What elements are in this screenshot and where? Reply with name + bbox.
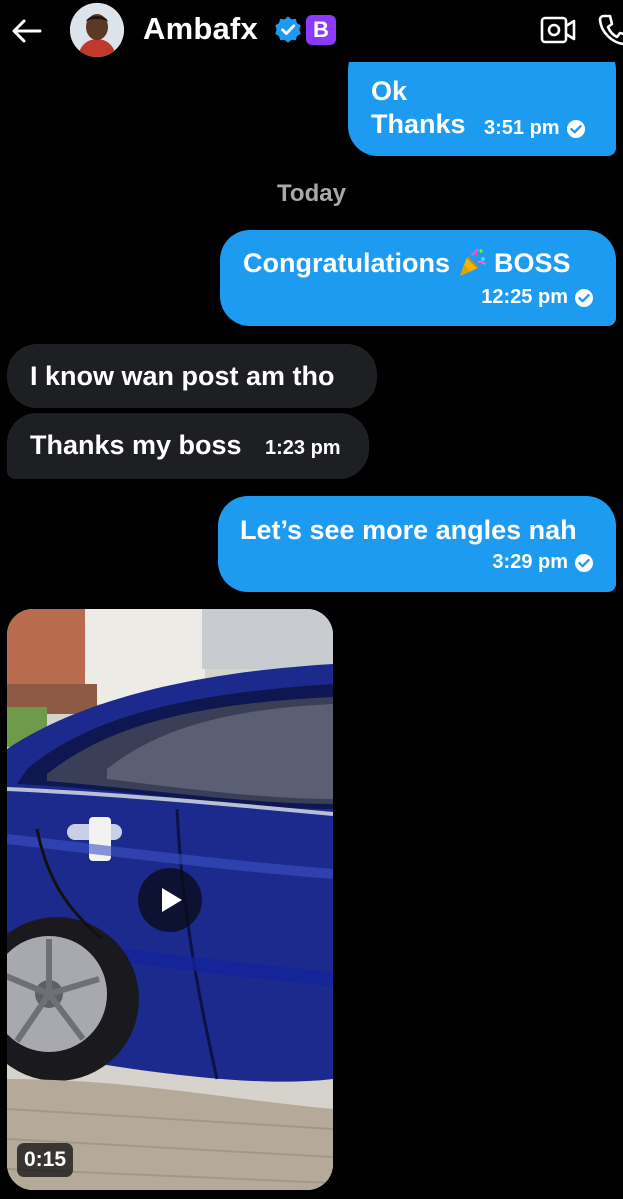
message-timestamp: 3:29 pm <box>492 551 594 574</box>
outgoing-message-bubble[interactable]: Let’s see more angles nah 3:29 pm <box>218 496 616 592</box>
message-text: I know wan post am tho <box>30 361 335 391</box>
message-text-part: Congratulations <box>243 247 450 278</box>
message-text-partial: Ok <box>371 76 408 106</box>
timestamp-text: 3:51 pm <box>484 117 560 139</box>
video-duration-badge: 0:15 <box>17 1143 74 1177</box>
outgoing-message-bubble[interactable]: Congratulations BOSS 12:25 pm <box>220 230 616 326</box>
phone-call-icon[interactable] <box>596 12 623 48</box>
timestamp-text: 1:23 pm <box>265 437 341 459</box>
message-text-part: BOSS <box>494 247 571 278</box>
avatar[interactable] <box>70 3 124 57</box>
party-popper-emoji-icon <box>460 248 487 276</box>
conversation-header: Ambafx B <box>0 0 623 62</box>
message-text: Congratulations BOSS <box>243 247 571 279</box>
play-icon <box>162 888 182 912</box>
verified-badge-icon <box>275 16 301 43</box>
message-timestamp: 3:51 pm <box>484 117 586 140</box>
message-text: Thanks <box>371 109 466 139</box>
read-receipt-icon <box>575 553 593 572</box>
read-receipt-icon <box>575 288 593 307</box>
contact-name[interactable]: Ambafx <box>143 11 258 47</box>
back-arrow-icon[interactable] <box>10 14 44 48</box>
message-timestamp: 1:23 pm <box>265 437 341 460</box>
video-call-icon[interactable] <box>540 14 576 46</box>
message-text: Thanks my boss <box>30 430 242 460</box>
message-text: Let’s see more angles nah <box>240 515 577 545</box>
play-button[interactable] <box>138 868 202 932</box>
dm-conversation-screen: Ambafx B Ok Thanks 3:51 pm Today Congrat… <box>0 0 623 1199</box>
day-separator: Today <box>277 180 346 207</box>
message-timestamp: 12:25 pm <box>481 286 594 309</box>
incoming-message-bubble[interactable]: Thanks my boss 1:23 pm <box>7 413 369 479</box>
premium-badge: B <box>306 15 336 45</box>
incoming-message-bubble[interactable]: I know wan post am tho <box>7 344 377 408</box>
timestamp-text: 12:25 pm <box>481 286 568 308</box>
read-receipt-icon <box>566 119 585 138</box>
timestamp-text: 3:29 pm <box>492 551 568 573</box>
